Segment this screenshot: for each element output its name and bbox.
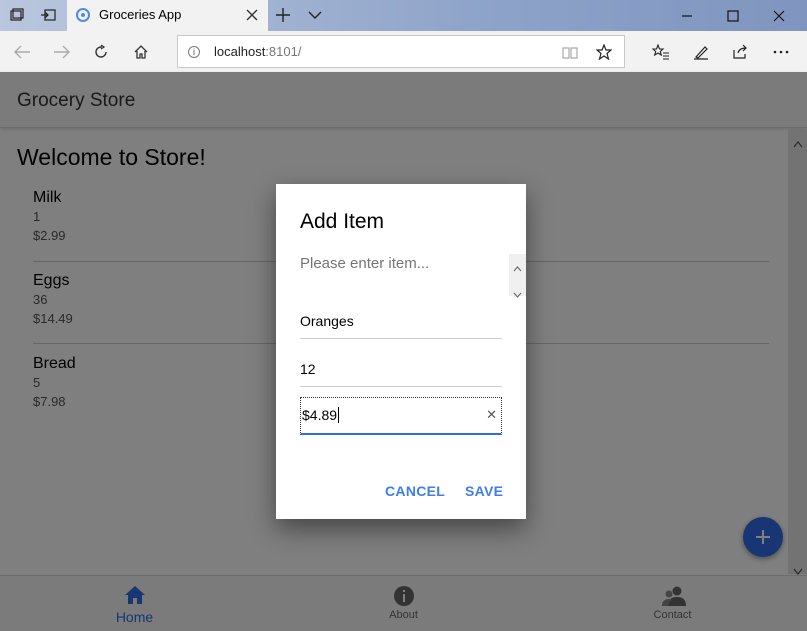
url-text: localhost:8101/ bbox=[214, 44, 302, 59]
reading-view-icon[interactable] bbox=[562, 45, 578, 64]
scroll-up-icon[interactable] bbox=[513, 257, 522, 272]
tab-manager-icon[interactable] bbox=[8, 6, 26, 24]
favicon-icon bbox=[76, 8, 90, 22]
item-price-input[interactable]: $4.89 ✕ bbox=[300, 397, 502, 435]
new-tab-icon[interactable] bbox=[274, 6, 292, 24]
item-name-input[interactable]: Oranges bbox=[300, 303, 502, 339]
tab-preview-chevron-icon[interactable] bbox=[306, 6, 324, 24]
more-options-icon[interactable] bbox=[770, 41, 792, 63]
close-window-icon[interactable] bbox=[756, 0, 802, 31]
favorites-hub-icon[interactable] bbox=[650, 41, 672, 63]
home-browser-icon[interactable] bbox=[130, 41, 152, 63]
dialog-title: Add Item bbox=[300, 210, 385, 233]
minimize-icon[interactable] bbox=[664, 0, 710, 31]
back-arrow-icon[interactable] bbox=[11, 41, 33, 63]
item-quantity-value: 12 bbox=[300, 361, 316, 377]
cancel-button[interactable]: CANCEL bbox=[385, 483, 445, 499]
clear-input-icon[interactable]: ✕ bbox=[486, 407, 497, 423]
save-button[interactable]: SAVE bbox=[465, 483, 503, 499]
address-bar[interactable]: i localhost:8101/ bbox=[177, 35, 625, 68]
add-item-dialog: Add Item Please enter item... Oranges 12… bbox=[276, 184, 526, 519]
dialog-message: Please enter item... bbox=[300, 255, 430, 272]
browser-tab[interactable]: Groceries App bbox=[67, 0, 268, 31]
share-icon[interactable] bbox=[729, 41, 751, 63]
refresh-icon[interactable] bbox=[90, 41, 112, 63]
favorite-star-icon[interactable] bbox=[595, 43, 613, 64]
item-price-value: $4.89 bbox=[302, 407, 338, 423]
browser-title-bar: Groceries App bbox=[0, 0, 807, 31]
maximize-icon[interactable] bbox=[710, 0, 756, 31]
set-tabs-aside-icon[interactable] bbox=[39, 6, 57, 24]
text-caret bbox=[338, 407, 340, 423]
browser-toolbar: i localhost:8101/ bbox=[0, 31, 807, 72]
forward-arrow-icon[interactable] bbox=[51, 41, 73, 63]
site-info-icon[interactable]: i bbox=[188, 46, 200, 58]
close-tab-icon[interactable] bbox=[245, 7, 259, 21]
item-quantity-input[interactable]: 12 bbox=[300, 351, 502, 387]
dialog-message-scrollbar[interactable] bbox=[509, 254, 526, 298]
scroll-down-icon[interactable] bbox=[513, 284, 522, 298]
tab-title: Groceries App bbox=[99, 7, 182, 22]
item-name-value: Oranges bbox=[300, 313, 354, 329]
pen-notes-icon[interactable] bbox=[690, 41, 712, 63]
